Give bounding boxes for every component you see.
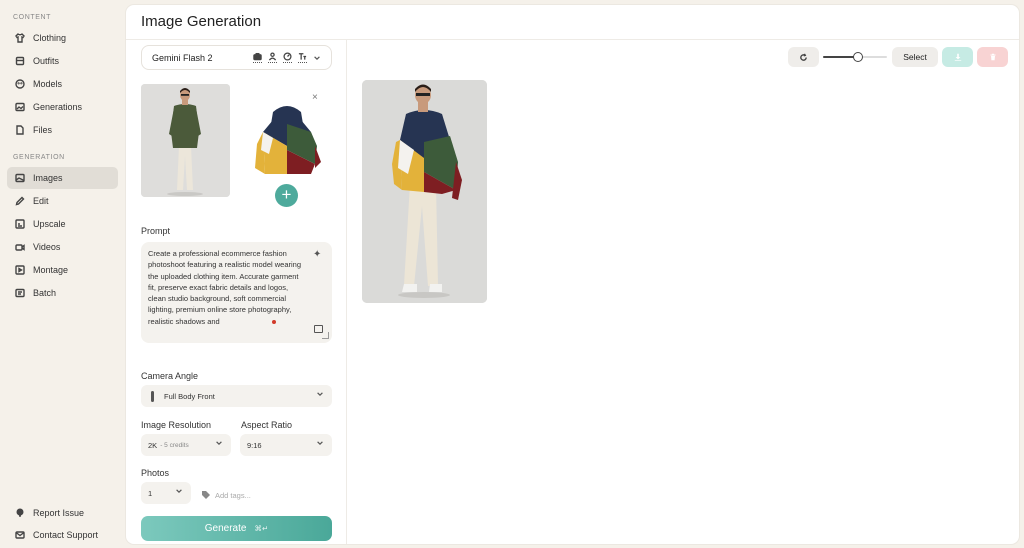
shirt-icon [15, 33, 25, 43]
report-issue-link[interactable]: Report Issue [7, 502, 118, 524]
sidebar-item-label: Clothing [33, 33, 67, 43]
sidebar-item-label: Batch [33, 288, 57, 298]
remove-reference-button[interactable]: × [312, 92, 318, 103]
prompt-textarea[interactable]: Create a professional ecommerce fashion … [141, 242, 332, 343]
sidebar-item-label: Upscale [33, 219, 66, 229]
sidebar-item-batch[interactable]: Batch [7, 282, 118, 304]
section-label-generation: GENERATION [13, 154, 65, 161]
status-dot [272, 320, 276, 324]
sidebar-item-videos[interactable]: Videos [7, 236, 118, 258]
sidebar-item-outfits[interactable]: Outfits [7, 50, 118, 72]
sidebar-item-label: Generations [33, 102, 83, 112]
reference-garment-image[interactable] [251, 102, 323, 182]
camera-angle-value: Full Body Front [164, 391, 215, 401]
sidebar-item-edit[interactable]: Edit [7, 190, 118, 212]
section-label-content: CONTENT [13, 14, 52, 21]
chevron-down-icon [316, 390, 324, 400]
zoom-slider-thumb[interactable] [852, 52, 863, 62]
sidebar-item-label: Images [33, 173, 63, 183]
resize-handle[interactable] [322, 332, 329, 339]
sidebar-item-label: Outfits [33, 56, 60, 66]
chevron-down-icon [313, 54, 321, 62]
person-silhouette-icon [151, 390, 154, 402]
sidebar-item-upscale[interactable]: Upscale [7, 213, 118, 235]
chevron-down-icon [215, 439, 223, 449]
resolution-label: Image Resolution [141, 420, 212, 430]
photos-count-select[interactable]: 1 [141, 482, 191, 504]
person-icon [268, 52, 277, 63]
photos-count-value: 1 [148, 488, 153, 498]
tag-icon [202, 491, 210, 499]
sidebar-item-label: Videos [33, 242, 61, 252]
page-title: Image Generation [141, 13, 262, 30]
sidebar-item-files[interactable]: Files [7, 119, 118, 141]
play-icon [15, 265, 25, 275]
sidebar-item-models[interactable]: Models [7, 73, 118, 95]
sidebar-item-generations[interactable]: Generations [7, 96, 118, 118]
text-size-icon [298, 52, 307, 63]
outfit-icon [15, 56, 25, 66]
trash-icon [989, 53, 996, 61]
chevron-down-icon [175, 487, 183, 497]
tags-placeholder: Add tags... [215, 490, 251, 500]
resolution-select[interactable]: 2K - 5 credits [141, 434, 231, 456]
upscale-icon [15, 219, 25, 229]
contact-support-link[interactable]: Contact Support [7, 524, 118, 546]
sidebar-item-label: Montage [33, 265, 69, 275]
sidebar-item-label: Report Issue [33, 508, 85, 518]
zoom-slider[interactable] [823, 52, 887, 62]
gallery-icon [15, 102, 25, 112]
batch-icon [15, 288, 25, 298]
model-capability-icons [253, 52, 321, 63]
video-icon [15, 242, 25, 252]
main-panel: Image Generation Gemini Flash 2 × + Prom… [126, 5, 1019, 544]
add-reference-button[interactable]: + [275, 184, 298, 207]
sidebar-item-montage[interactable]: Montage [7, 259, 118, 281]
refresh-icon [800, 53, 807, 61]
delete-button[interactable] [977, 47, 1008, 67]
lightbulb-icon [15, 508, 25, 518]
generated-image[interactable] [362, 80, 487, 303]
sidebar-item-label: Files [33, 125, 53, 135]
settings-panel: Gemini Flash 2 × + Prompt Create a profe… [126, 40, 347, 544]
resolution-value: 2K [148, 440, 158, 450]
file-icon [15, 125, 25, 135]
generate-label: Generate [204, 523, 247, 534]
generate-button[interactable]: Generate ⌘↵ [141, 516, 332, 541]
mail-icon [15, 530, 25, 540]
photos-label: Photos [141, 468, 170, 478]
prompt-label: Prompt [141, 226, 171, 236]
select-button[interactable]: Select [892, 47, 938, 67]
sidebar-item-label: Models [33, 79, 63, 89]
aspect-ratio-select[interactable]: 9:16 [240, 434, 332, 456]
camera-angle-label: Camera Angle [141, 371, 199, 381]
tags-input[interactable]: Add tags... [201, 488, 251, 502]
sidebar-item-clothing[interactable]: Clothing [7, 27, 118, 49]
download-icon [954, 53, 961, 61]
pencil-icon [15, 196, 25, 206]
refresh-button[interactable] [788, 47, 819, 67]
sparkle-icon[interactable]: ✦ [313, 249, 321, 260]
camera-angle-select[interactable]: Full Body Front [141, 385, 332, 407]
generate-shortcut: ⌘↵ [254, 524, 269, 533]
chevron-down-icon [316, 439, 324, 449]
download-button[interactable] [942, 47, 973, 67]
image-icon [15, 173, 25, 183]
aspect-ratio-label: Aspect Ratio [241, 420, 293, 430]
reference-model-image[interactable] [141, 84, 230, 197]
camera-icon [253, 52, 262, 63]
sidebar-item-label: Contact Support [33, 530, 99, 540]
sidebar-item-images[interactable]: Images [7, 167, 118, 189]
sidebar-item-label: Edit [33, 196, 49, 206]
aspect-ratio-value: 9:16 [247, 440, 262, 450]
sidebar: CONTENT Clothing Outfits Models Generati… [0, 0, 124, 548]
model-select[interactable]: Gemini Flash 2 [141, 45, 332, 70]
face-icon [15, 79, 25, 89]
model-name: Gemini Flash 2 [152, 52, 213, 63]
resolution-credits: - 5 credits [160, 441, 189, 449]
gauge-icon [283, 52, 292, 63]
